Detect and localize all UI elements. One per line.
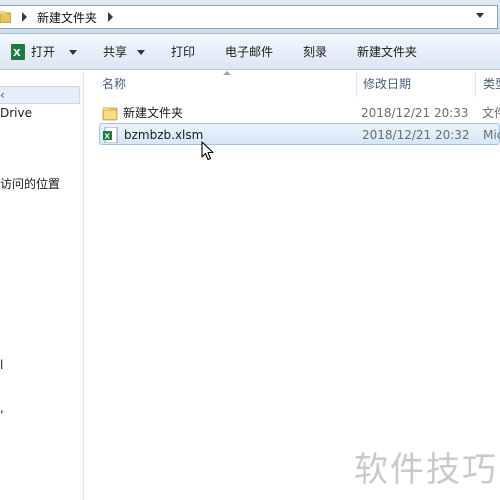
file-row-selected[interactable]: X bzmbzb.xlsm 2018/12/21 20:32 Mic — [99, 123, 500, 145]
nav-selected-item[interactable]: ‹ — [0, 86, 80, 104]
open-button[interactable]: 打开 — [31, 34, 77, 70]
nav-item-label: ‹ — [0, 88, 5, 102]
mouse-pointer-icon — [201, 141, 214, 161]
file-type: 文件 — [482, 106, 500, 120]
file-name: 新建文件夹 — [123, 106, 184, 120]
email-button[interactable]: 电子邮件 — [225, 34, 273, 70]
open-label: 打开 — [31, 45, 56, 59]
chevron-down-icon — [68, 50, 77, 55]
navigation-pane: ‹ Drive 访问的位置 l , — [0, 71, 84, 500]
watermark: 软件技巧 — [349, 425, 500, 500]
share-button[interactable]: 共享 — [103, 34, 145, 70]
chevron-down-icon — [136, 50, 145, 55]
column-divider[interactable] — [475, 71, 476, 97]
breadcrumb-current-folder[interactable]: 新建文件夹 — [37, 9, 97, 26]
watermark-text: 软件技巧 — [354, 450, 498, 490]
address-bar: 新建文件夹 — [0, 0, 500, 34]
file-date: 2018/12/21 20:33 — [361, 106, 469, 120]
nav-item[interactable]: l — [0, 358, 3, 372]
nav-item-drive[interactable]: Drive — [0, 106, 32, 120]
file-type: Mic — [483, 128, 500, 142]
folder-icon — [0, 11, 11, 23]
column-header-date[interactable]: 修改日期 — [363, 71, 411, 97]
file-row[interactable]: 新建文件夹 2018/12/21 20:33 文件 — [99, 102, 500, 124]
share-label: 共享 — [103, 45, 128, 59]
breadcrumb-arrow-icon[interactable] — [108, 12, 113, 22]
nav-item-recent-places[interactable]: 访问的位置 — [0, 175, 60, 192]
column-header-name[interactable]: 名称 — [102, 71, 126, 97]
chevron-down-icon[interactable] — [476, 13, 484, 18]
excel-file-icon: X — [103, 127, 118, 143]
file-name: bzmbzb.xlsm — [124, 128, 204, 142]
address-box[interactable]: 新建文件夹 — [0, 5, 498, 29]
column-header-type[interactable]: 类型 — [483, 71, 500, 97]
svg-text:X: X — [13, 48, 21, 59]
file-date: 2018/12/21 20:32 — [362, 128, 470, 142]
burn-button[interactable]: 刻录 — [303, 34, 327, 70]
breadcrumb-arrow-icon[interactable] — [22, 12, 27, 22]
excel-icon: X — [11, 44, 25, 60]
command-toolbar: X 打开 共享 打印 电子邮件 刻录 新建文件夹 — [0, 34, 500, 70]
column-divider[interactable] — [356, 71, 357, 97]
print-button[interactable]: 打印 — [171, 34, 195, 70]
folder-icon — [102, 107, 118, 121]
sort-arrow-icon — [223, 71, 231, 75]
nav-item[interactable]: , — [0, 401, 4, 415]
new-folder-button[interactable]: 新建文件夹 — [357, 34, 417, 70]
svg-text:X: X — [105, 133, 111, 141]
